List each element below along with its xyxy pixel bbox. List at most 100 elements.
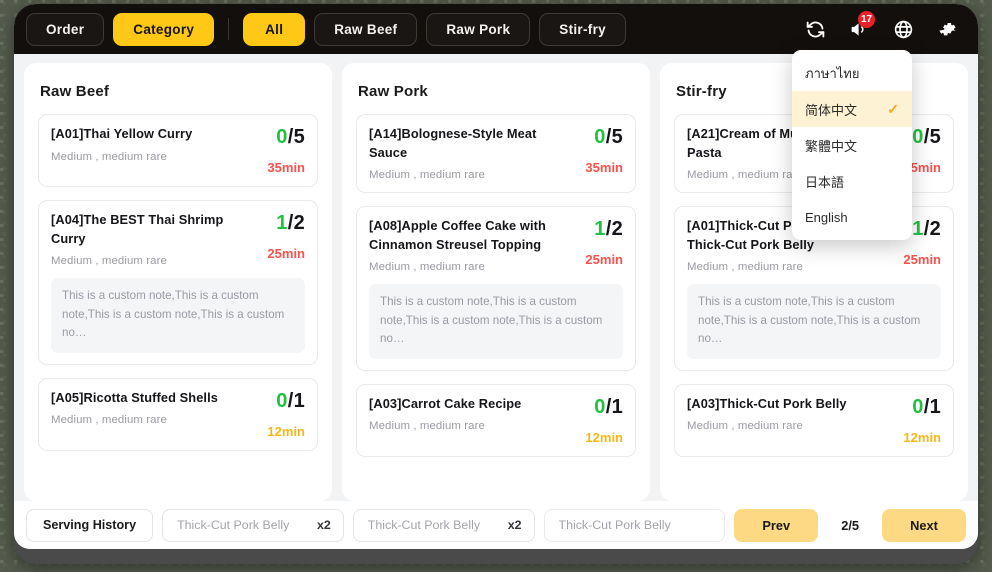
column-raw-pork: Raw Pork [A14]Bolognese-Style Meat Sauce… [342,63,650,501]
quantity-progress: 0/1 [594,395,623,418]
serving-item[interactable]: Thick-Cut Pork Belly [543,508,726,542]
dish-description: Medium , medium rare [51,255,167,268]
quantity-progress: 1/2 [276,212,305,234]
order-card[interactable]: [A01]Thai Yellow Curry Medium , medium r… [38,114,318,187]
column-title: Raw Pork [358,83,428,100]
quantity-progress: 0/5 [594,126,623,148]
serving-item[interactable]: Thick-Cut Pork Belly x2 [352,508,535,542]
language-option-japanese[interactable]: 日本語 [792,163,912,199]
quantity-done: 0 [912,126,924,148]
dish-name: [A04]The BEST Thai Shrimp Curry [51,212,224,246]
quantity-done: 0 [594,126,606,148]
language-option-label: ภาษาไทย [805,65,860,81]
quantity-total: 2 [929,218,941,241]
tab-divider [228,18,230,40]
prep-time: 12min [585,429,623,445]
dish-description: Medium , medium rare [369,261,485,274]
prep-time: 35min [585,160,623,175]
prep-time: 25min [903,252,941,268]
quantity-progress: 0/1 [276,389,305,412]
top-navigation-bar: Order Category All Raw Beef Raw Pork Sti… [14,4,978,54]
order-card[interactable]: [A04]The BEST Thai Shrimp Curry Medium ,… [38,200,318,365]
announcement-icon[interactable]: 17 [848,11,876,40]
serving-item[interactable]: Thick-Cut Pork Belly x2 [162,508,344,542]
quantity-done: 0 [912,395,924,418]
language-option-label: 繁體中文 [805,138,858,154]
order-card[interactable]: [A08]Apple Coffee Cake with Cinnamon Str… [356,206,636,371]
check-icon: ✓ [887,100,899,117]
language-option-thai[interactable]: ภาษาไทย [792,55,912,91]
language-option-english[interactable]: English [792,199,912,235]
dish-description: Medium , medium rare [687,261,803,274]
dish-name: [A01]Thai Yellow Curry [51,126,193,141]
quantity-total: 1 [611,395,623,418]
app-screen: Order Category All Raw Beef Raw Pork Sti… [14,4,978,549]
refresh-icon[interactable] [804,18,826,40]
language-option-label: English [805,209,848,225]
quantity-total: 1 [929,395,941,418]
prep-time: 12min [267,423,305,439]
tab-order[interactable]: Order [26,12,105,46]
quantity-done: 0 [594,395,606,418]
next-page-button[interactable]: Next [882,508,966,542]
quantity-progress: 0/5 [276,126,305,148]
order-card[interactable]: [A05]Ricotta Stuffed Shells Medium , med… [38,377,318,451]
tab-all[interactable]: All [243,12,306,46]
language-globe-icon[interactable] [892,18,914,40]
quantity-total: 1 [293,389,305,412]
quantity-done: 1 [594,218,606,241]
dish-description: Medium , medium rare [369,169,485,182]
order-card[interactable]: [A03]Thick-Cut Pork Belly Medium , mediu… [674,383,954,457]
custom-note: This is a custom note,This is a custom n… [51,278,305,353]
bottom-action-bar: Serving History Thick-Cut Pork Belly x2 … [14,501,978,549]
serving-history-button[interactable]: Serving History [26,508,154,542]
dish-description: Medium , medium rare [369,420,485,433]
dish-name: [A03]Carrot Cake Recipe [369,395,522,411]
custom-note: This is a custom note,This is a custom n… [687,284,941,359]
quantity-total: 5 [293,126,305,148]
tab-raw-beef[interactable]: Raw Beef [314,12,418,46]
tab-category[interactable]: Category [113,12,215,46]
prep-time: 35min [267,160,305,175]
dish-name: [A14]Bolognese-Style Meat Sauce [369,126,537,160]
column-raw-beef: Raw Beef [A01]Thai Yellow Curry Medium ,… [24,63,332,501]
dish-name: [A03]Thick-Cut Pork Belly [687,395,847,411]
quantity-total: 2 [611,218,623,241]
dish-name: [A08]Apple Coffee Cake with Cinnamon Str… [369,218,546,252]
serving-item-name: Thick-Cut Pork Belly [558,518,671,532]
tab-group: Order Category All Raw Beef Raw Pork Sti… [26,12,626,46]
serving-item-qty: x2 [317,518,331,532]
order-card[interactable]: [A03]Carrot Cake Recipe Medium , medium … [356,383,636,457]
column-title: Raw Beef [40,83,110,100]
order-card[interactable]: [A14]Bolognese-Style Meat Sauce Medium ,… [356,114,636,194]
quantity-progress: 1/2 [594,218,623,241]
tab-raw-pork[interactable]: Raw Pork [426,12,531,46]
language-option-traditional-chinese[interactable]: 繁體中文 [792,127,912,163]
language-option-label: 简体中文 [805,102,858,118]
serving-item-name: Thick-Cut Pork Belly [367,518,481,532]
prev-page-button[interactable]: Prev [734,508,819,542]
prep-time: 12min [903,429,941,445]
dish-description: Medium , medium rare [687,420,803,433]
dish-description: Medium , medium rare [51,414,167,427]
app-window: Order Category All Raw Beef Raw Pork Sti… [14,4,978,564]
custom-note: This is a custom note,This is a custom n… [369,284,623,359]
quantity-progress: 0/1 [912,395,941,418]
quantity-total: 5 [929,126,941,148]
language-option-simplified-chinese[interactable]: 简体中文 ✓ [792,91,912,127]
page-indicator: 2/5 [841,517,859,533]
language-dropdown-menu: ภาษาไทย 简体中文 ✓ 繁體中文 日本語 English [792,50,912,240]
prep-time: 25min [267,246,305,261]
quantity-total: 5 [611,126,623,148]
notification-count-badge: 17 [858,11,876,28]
serving-item-qty: x2 [507,518,522,532]
serving-item-name: Thick-Cut Pork Belly [177,518,290,532]
quantity-done: 1 [912,218,924,241]
topbar-icon-group: 17 [804,11,964,40]
tab-stir-fry[interactable]: Stir-fry [539,12,626,46]
prep-time: 25min [585,252,623,268]
settings-gear-icon[interactable] [936,18,958,40]
quantity-done: 1 [276,212,288,234]
dish-name: [A05]Ricotta Stuffed Shells [51,389,218,405]
dish-description: Medium , medium rare [51,150,167,163]
